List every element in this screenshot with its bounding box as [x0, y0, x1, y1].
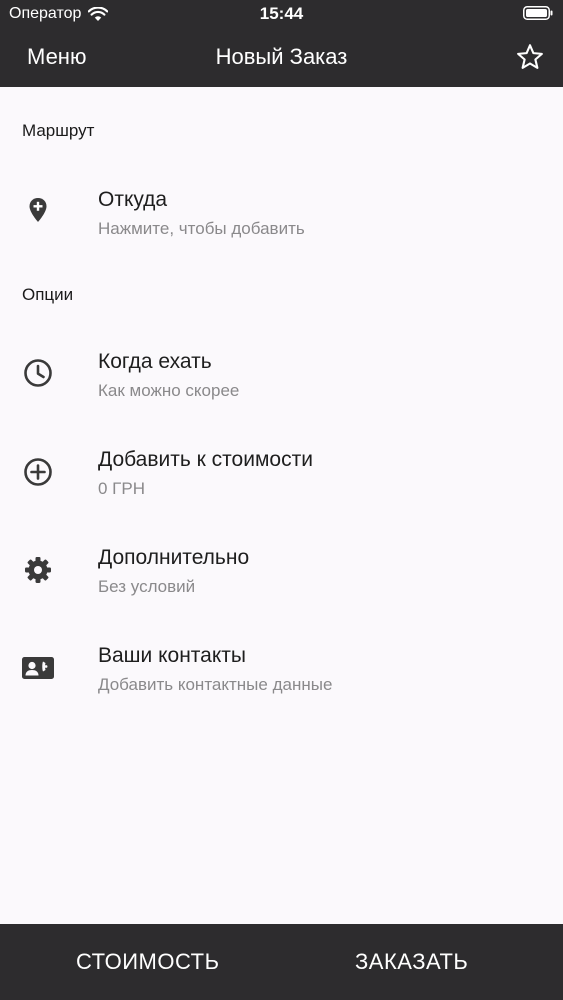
- contact-card-icon: [22, 657, 54, 679]
- option-contacts-title: Ваши контакты: [98, 644, 246, 667]
- route-from-row[interactable]: Откуда Нажмите, чтобы добавить: [0, 188, 563, 268]
- section-header-options: Опции: [22, 285, 74, 304]
- status-time: 15:44: [259, 4, 304, 23]
- location-add-icon: [29, 198, 47, 222]
- route-from-title: Откуда: [98, 188, 168, 211]
- section-header-route: Маршрут: [22, 121, 95, 140]
- star-outline-icon[interactable]: [515, 42, 545, 72]
- option-extra-title: Дополнительно: [98, 546, 250, 569]
- option-row-contacts[interactable]: Ваши контакты Добавить контактные данные: [0, 644, 563, 724]
- option-row-extra[interactable]: Дополнительно Без условий: [0, 546, 563, 626]
- cost-button[interactable]: СТОИМОСТЬ: [76, 924, 220, 1000]
- option-extra-subtitle: Без условий: [98, 577, 196, 596]
- page-title: Новый Заказ: [215, 44, 348, 69]
- option-add-cost-title: Добавить к стоимости: [98, 448, 313, 471]
- option-row-add-cost[interactable]: Добавить к стоимости 0 ГРН: [0, 448, 563, 528]
- bottom-action-bar: СТОИМОСТЬ ЗАКАЗАТЬ: [0, 924, 563, 1000]
- top-bar: Оператор 15:44 Меню Новый Заказ: [0, 0, 563, 87]
- option-when-subtitle: Как можно скорее: [98, 381, 240, 400]
- order-button[interactable]: ЗАКАЗАТЬ: [355, 924, 468, 1000]
- clock-icon: [24, 359, 52, 387]
- battery-icon: [523, 6, 553, 20]
- route-from-subtitle: Нажмите, чтобы добавить: [98, 219, 305, 238]
- option-row-when[interactable]: Когда ехать Как можно скорее: [0, 350, 563, 430]
- option-when-title: Когда ехать: [98, 350, 212, 373]
- gear-icon: [25, 557, 51, 583]
- option-add-cost-subtitle: 0 ГРН: [98, 479, 145, 498]
- add-circle-icon: [24, 458, 52, 486]
- option-contacts-subtitle: Добавить контактные данные: [98, 675, 333, 694]
